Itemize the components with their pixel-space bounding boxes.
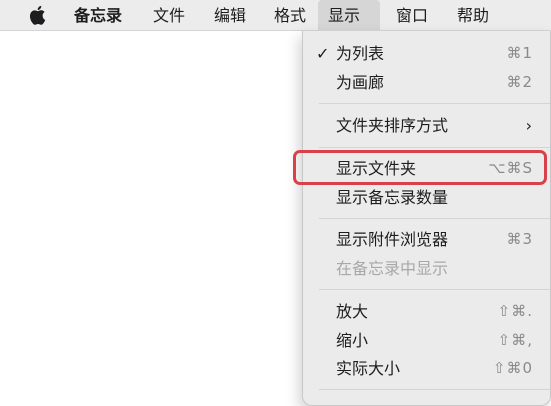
shortcut-label: ⌥⌘S — [488, 159, 533, 177]
menu-item-sort-folders[interactable]: 文件夹排序方式 › — [303, 111, 550, 140]
menu-item-attachments-browser[interactable]: 显示附件浏览器 ⌘3 — [303, 225, 550, 254]
checkmark-icon: ✓ — [316, 44, 330, 63]
menu-format[interactable]: 格式 — [264, 0, 316, 31]
menu-file[interactable]: 文件 — [143, 0, 195, 31]
menu-item-show-folders[interactable]: 显示文件夹 ⌥⌘S — [303, 154, 550, 183]
menu-separator — [319, 147, 550, 148]
menu-separator — [319, 103, 550, 104]
menu-item-label: 为画廊 — [336, 73, 385, 92]
menu-window[interactable]: 窗口 — [386, 0, 438, 31]
menu-item-show-in-note: 在备忘录中显示 — [303, 254, 550, 283]
menu-separator — [319, 289, 550, 290]
menu-item-label: 在备忘录中显示 — [336, 259, 449, 278]
menu-item-actual-size[interactable]: 实际大小 ⇧⌘0 — [303, 354, 550, 383]
shortcut-label: ⇧⌘. — [497, 302, 533, 320]
menu-item-zoom-out[interactable]: 缩小 ⇧⌘, — [303, 326, 550, 355]
menu-item-as-list[interactable]: ✓ 为列表 ⌘1 — [303, 39, 550, 68]
menu-item-label: 显示备忘录数量 — [336, 188, 449, 207]
menu-separator — [319, 218, 550, 219]
menu-item-label: 显示文件夹 — [336, 159, 417, 178]
menu-edit[interactable]: 编辑 — [204, 0, 256, 31]
menu-separator — [319, 389, 550, 390]
menu-item-label: 实际大小 — [336, 359, 401, 378]
menu-help[interactable]: 帮助 — [447, 0, 499, 31]
shortcut-label: ⌘3 — [506, 230, 533, 248]
shortcut-label: ⌘1 — [506, 44, 533, 62]
menu-item-zoom-in[interactable]: 放大 ⇧⌘. — [303, 297, 550, 326]
menu-item-as-gallery[interactable]: 为画廊 ⌘2 — [303, 68, 550, 97]
shortcut-label: ⌘2 — [506, 73, 533, 91]
menu-item-label: 放大 — [336, 302, 369, 321]
menu-item-show-note-count[interactable]: 显示备忘录数量 — [303, 183, 550, 212]
shortcut-label: ⇧⌘, — [497, 331, 533, 349]
view-menu-dropdown: ✓ 为列表 ⌘1 为画廊 ⌘2 文件夹排序方式 › 显示文件夹 ⌥⌘S 显示备忘… — [302, 31, 551, 406]
menu-item-label: 文件夹排序方式 — [336, 116, 449, 135]
menu-view[interactable]: 显示 — [318, 0, 380, 31]
menu-item-label: 缩小 — [336, 331, 369, 350]
menu-item-label: 为列表 — [336, 44, 385, 63]
apple-logo-icon[interactable] — [28, 5, 46, 25]
chevron-right-icon: › — [525, 116, 532, 135]
menu-notes[interactable]: 备忘录 — [64, 0, 132, 31]
menu-item-label: 显示附件浏览器 — [336, 230, 449, 249]
menu-bar: 备忘录 文件 编辑 格式 显示 窗口 帮助 — [0, 0, 551, 31]
shortcut-label: ⇧⌘0 — [492, 359, 533, 377]
